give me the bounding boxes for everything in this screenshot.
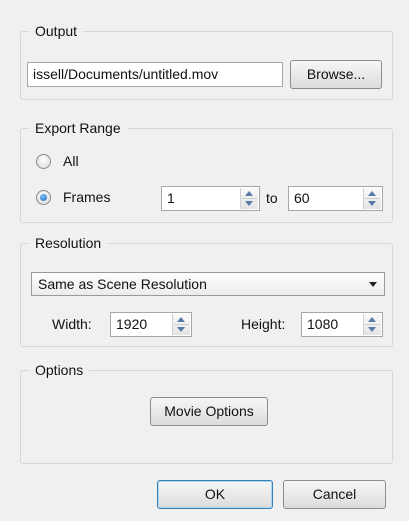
height-spinner[interactable] <box>363 314 381 335</box>
spin-up-icon <box>245 191 253 196</box>
frame-start-value: 1 <box>167 190 175 206</box>
width-spinner[interactable] <box>172 314 190 335</box>
height-value: 1080 <box>307 316 339 332</box>
browse-button[interactable]: Browse... <box>290 60 382 89</box>
cancel-button[interactable]: Cancel <box>283 480 386 509</box>
spin-down-icon <box>368 327 376 332</box>
frames-radio[interactable] <box>36 190 51 205</box>
width-label: Width: <box>52 316 92 332</box>
movie-options-button[interactable]: Movie Options <box>150 397 268 426</box>
options-group-title: Options <box>29 361 90 379</box>
spin-down-icon <box>245 201 253 206</box>
to-label: to <box>266 190 278 206</box>
frames-radio-label: Frames <box>63 189 111 205</box>
height-label: Height: <box>241 316 286 332</box>
frame-end-value: 60 <box>294 190 310 206</box>
export-range-group-title: Export Range <box>29 119 127 137</box>
ok-button[interactable]: OK <box>157 480 273 509</box>
all-radio[interactable] <box>36 154 51 169</box>
spin-up-icon <box>368 191 376 196</box>
spin-up-icon <box>177 317 185 322</box>
frame-start-spinner[interactable] <box>240 188 258 209</box>
spin-up-icon <box>368 317 376 322</box>
all-radio-label: All <box>63 153 79 169</box>
resolution-group-title: Resolution <box>29 234 108 252</box>
chevron-down-icon <box>369 282 377 287</box>
resolution-preset-value: Same as Scene Resolution <box>38 276 207 292</box>
height-input[interactable]: 1080 <box>301 312 383 337</box>
spin-down-icon <box>177 327 185 332</box>
frame-end-spinner[interactable] <box>363 188 381 209</box>
width-value: 1920 <box>116 316 148 332</box>
frame-end-input[interactable]: 60 <box>288 186 383 211</box>
resolution-preset-select[interactable]: Same as Scene Resolution <box>31 272 385 296</box>
output-group-title: Output <box>29 22 84 40</box>
frame-start-input[interactable]: 1 <box>161 186 260 211</box>
output-path-field[interactable]: issell/Documents/untitled.mov <box>27 62 283 87</box>
spin-down-icon <box>368 201 376 206</box>
width-input[interactable]: 1920 <box>110 312 192 337</box>
